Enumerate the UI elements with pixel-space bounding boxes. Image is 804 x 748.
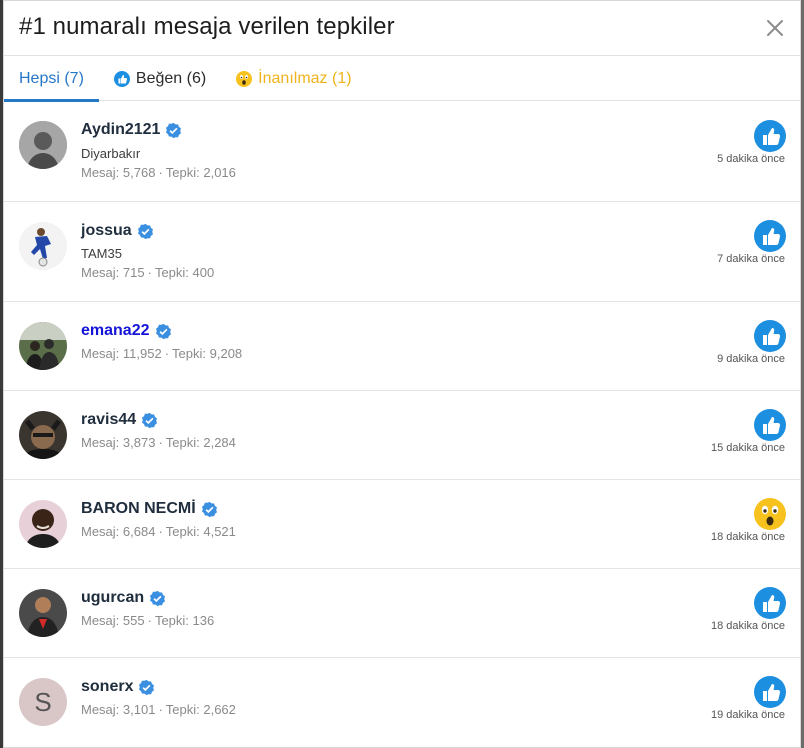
tab-like-label: Beğen (6) bbox=[135, 69, 207, 87]
dialog-title: #1 numaralı mesaja verilen tepkiler bbox=[19, 13, 395, 40]
list-item: ugurcan Mesaj: 555 · Tepki: 136 18 dakika … bbox=[4, 569, 800, 658]
stat-separator: · bbox=[147, 265, 152, 280]
user-stats: Mesaj: 11,952 · Tepki: 9,208 bbox=[81, 346, 242, 361]
avatar[interactable] bbox=[19, 500, 67, 548]
stat-reactions: Tepki: 9,208 bbox=[172, 346, 243, 361]
avatar-letter: S bbox=[34, 686, 52, 717]
username-link[interactable]: jossua bbox=[81, 222, 132, 240]
list-item: emana22 Mesaj: 11,952 · Tepki: 9,208 9 dak… bbox=[4, 302, 800, 391]
stat-messages: Mesaj: 715 bbox=[81, 265, 145, 280]
verified-badge-icon bbox=[155, 323, 172, 340]
reaction-time: 9 dakika önce bbox=[717, 353, 785, 365]
stat-messages: Mesaj: 6,684 bbox=[81, 524, 156, 539]
avatar[interactable] bbox=[19, 121, 67, 169]
username-link[interactable]: BARON NECMİ bbox=[81, 500, 196, 518]
like-icon bbox=[754, 120, 786, 152]
list-item: Aydin2121 Diyarbakır Mesaj: 5,768 · Tepki:… bbox=[4, 101, 800, 202]
stat-reactions: Tepki: 400 bbox=[154, 265, 215, 280]
stat-reactions: Tepki: 2,284 bbox=[165, 435, 236, 450]
user-stats: Mesaj: 3,101 · Tepki: 2,662 bbox=[81, 702, 236, 717]
user-title: Diyarbakır bbox=[81, 146, 141, 161]
stat-separator: · bbox=[147, 613, 152, 628]
tab-all[interactable]: Hepsi (7) bbox=[4, 56, 99, 102]
like-icon bbox=[754, 320, 786, 352]
user-stats: Mesaj: 5,768 · Tepki: 2,016 bbox=[81, 165, 236, 180]
reaction-list: Aydin2121 Diyarbakır Mesaj: 5,768 · Tepki:… bbox=[4, 101, 800, 747]
user-title: TAM35 bbox=[81, 246, 122, 261]
username-link[interactable]: ravis44 bbox=[81, 411, 136, 429]
username-link[interactable]: Aydin2121 bbox=[81, 121, 160, 139]
like-icon bbox=[754, 220, 786, 252]
list-item: jossua TAM35 Mesaj: 715 · Tepki: 400 7 dak… bbox=[4, 202, 800, 302]
like-icon bbox=[754, 587, 786, 619]
stat-separator: · bbox=[158, 524, 163, 539]
avatar[interactable] bbox=[19, 322, 67, 370]
user-stats: Mesaj: 6,684 · Tepki: 4,521 bbox=[81, 524, 236, 539]
like-icon bbox=[754, 676, 786, 708]
reaction-time: 7 dakika önce bbox=[717, 253, 785, 265]
reaction-time: 15 dakika önce bbox=[711, 442, 785, 454]
tab-wow[interactable]: İnanılmaz (1) bbox=[221, 56, 366, 101]
username-link[interactable]: emana22 bbox=[81, 322, 150, 340]
list-item: ravis44 Mesaj: 3,873 · Tepki: 2,284 15 dak… bbox=[4, 391, 800, 480]
list-item: BARON NECMİ Mesaj: 6,684·Tepki: 4,521 bbox=[4, 480, 800, 569]
user-stats: Mesaj: 3,873 · Tepki: 2,284 bbox=[81, 435, 236, 450]
close-button[interactable] bbox=[762, 15, 788, 41]
verified-badge-icon bbox=[201, 501, 218, 518]
avatar[interactable] bbox=[19, 411, 67, 459]
avatar[interactable]: S bbox=[19, 678, 67, 726]
stat-reactions: Tepki: 2,662 bbox=[165, 702, 236, 717]
stat-separator: · bbox=[158, 435, 163, 450]
like-icon bbox=[113, 70, 130, 87]
stat-messages: Mesaj: 555 bbox=[81, 613, 145, 628]
tab-all-label: Hepsi (7) bbox=[19, 69, 84, 87]
reaction-time: 18 dakika önce bbox=[711, 620, 785, 632]
tab-wow-label: İnanılmaz (1) bbox=[258, 69, 352, 87]
stat-messages: Mesaj: 3,873 bbox=[81, 435, 156, 450]
verified-badge-icon bbox=[149, 590, 166, 607]
verified-badge-icon bbox=[138, 679, 155, 696]
dialog-header: #1 numaralı mesaja verilen tepkiler bbox=[4, 1, 800, 56]
stat-separator: · bbox=[158, 165, 163, 180]
reaction-time: 19 dakika önce bbox=[711, 709, 785, 721]
username-link[interactable]: sonerx bbox=[81, 678, 133, 696]
tab-like[interactable]: Beğen (6) bbox=[99, 56, 221, 101]
stat-messages: Mesaj: 11,952 bbox=[81, 346, 162, 361]
username-link[interactable]: ugurcan bbox=[81, 589, 144, 607]
reaction-time: 18 dakika önce bbox=[711, 531, 785, 543]
user-stats: Mesaj: 715 · Tepki: 400 bbox=[81, 265, 214, 280]
user-stats: Mesaj: 555 · Tepki: 136 bbox=[81, 613, 214, 628]
reaction-tabs: Hepsi (7) Beğen (6) İnanılmaz (1) bbox=[4, 56, 800, 102]
avatar[interactable] bbox=[19, 589, 67, 637]
stat-reactions: Tepki: 2,016 bbox=[165, 165, 236, 180]
like-icon bbox=[754, 409, 786, 441]
stat-separator: · bbox=[158, 702, 163, 717]
reaction-time: 5 dakika önce bbox=[717, 153, 785, 165]
stat-reactions: Tepki: 136 bbox=[154, 613, 215, 628]
wow-icon bbox=[754, 498, 786, 530]
avatar[interactable] bbox=[19, 222, 67, 270]
stat-messages: Mesaj: 3,101 bbox=[81, 702, 156, 717]
verified-badge-icon bbox=[141, 412, 158, 429]
reactions-dialog: #1 numaralı mesaja verilen tepkiler Heps… bbox=[3, 0, 801, 748]
close-icon bbox=[767, 20, 783, 36]
verified-badge-icon bbox=[137, 223, 154, 240]
stat-reactions: Tepki: 4,521 bbox=[165, 524, 236, 539]
stat-messages: Mesaj: 5,768 bbox=[81, 165, 156, 180]
wow-icon bbox=[236, 70, 253, 87]
verified-badge-icon bbox=[165, 122, 182, 139]
stat-separator: · bbox=[164, 346, 170, 361]
list-item: S sonerx Mesaj: 3,101 · Tepki: 2,662 19 da… bbox=[4, 658, 800, 747]
